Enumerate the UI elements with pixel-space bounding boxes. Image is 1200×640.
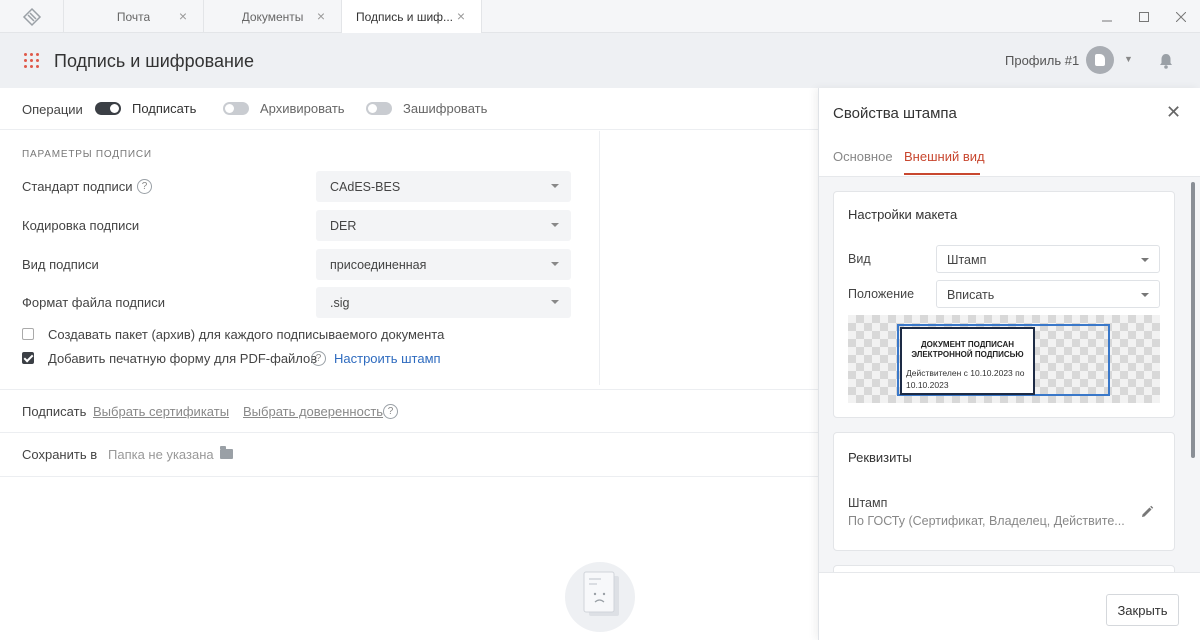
stamp-heading-line-1: ДОКУМЕНТ ПОДПИСАН bbox=[920, 340, 1015, 349]
choose-power-of-attorney-link[interactable]: Выбрать доверенность bbox=[243, 404, 383, 419]
select-value: Вписать bbox=[947, 288, 995, 302]
close-button[interactable]: Закрыть bbox=[1106, 594, 1179, 626]
divider bbox=[819, 572, 1200, 573]
next-card bbox=[833, 565, 1175, 572]
sign-row-label: Подписать bbox=[22, 404, 87, 419]
view-label: Вид bbox=[848, 252, 871, 266]
operations-row: Операции Подписать Архивировать Зашифров… bbox=[0, 88, 818, 130]
tab-label: Почта bbox=[116, 9, 151, 24]
panel-title: Свойства штампа bbox=[833, 105, 957, 122]
profile-name[interactable]: Профиль #1 bbox=[1005, 53, 1079, 68]
position-label: Положение bbox=[848, 287, 915, 301]
tab-label: Документы bbox=[241, 9, 304, 24]
encrypt-toggle[interactable] bbox=[366, 102, 392, 115]
avatar[interactable] bbox=[1086, 46, 1114, 74]
position-select[interactable]: Вписать bbox=[936, 280, 1160, 308]
select-value: .sig bbox=[330, 296, 350, 310]
section-title: ПАРАМЕТРЫ ПОДПИСИ bbox=[22, 149, 152, 160]
stamp-properties-panel: Свойства штампа ✕ Основное Внешний вид Н… bbox=[818, 88, 1200, 640]
scrollbar[interactable] bbox=[1191, 182, 1195, 458]
active-tab-indicator bbox=[904, 173, 980, 175]
window-close-icon[interactable] bbox=[1162, 0, 1200, 33]
minimize-icon[interactable] bbox=[1088, 0, 1126, 33]
divider bbox=[599, 131, 600, 385]
sign-toggle-label: Подписать bbox=[132, 101, 197, 116]
tab-documents[interactable]: Документы × bbox=[204, 0, 342, 33]
select-value: DER bbox=[330, 219, 357, 233]
signature-encoding-label: Кодировка подписи bbox=[22, 218, 140, 233]
stamp-heading-line-2: ЭЛЕКТРОННОЙ ПОДПИСЬЮ bbox=[911, 350, 1024, 359]
edit-icon[interactable] bbox=[1140, 505, 1154, 519]
divider bbox=[0, 432, 818, 433]
divider bbox=[0, 476, 818, 477]
stamp-preview: ДОКУМЕНТ ПОДПИСАН ЭЛЕКТРОННОЙ ПОДПИСЬЮ Д… bbox=[900, 327, 1035, 395]
panel-body: Настройки макета Вид Штамп Положение Впи… bbox=[819, 177, 1200, 572]
chevron-down-icon[interactable]: ▼ bbox=[1124, 54, 1133, 64]
maximize-icon[interactable] bbox=[1125, 0, 1163, 33]
card-title: Настройки макета bbox=[848, 207, 958, 222]
caret-down-icon bbox=[551, 184, 559, 188]
tab-appearance[interactable]: Внешний вид bbox=[904, 149, 985, 164]
pdf-print-form-label: Добавить печатную форму для PDF-файлов bbox=[48, 351, 318, 366]
select-value: CAdES-BES bbox=[330, 180, 401, 194]
stamp-placement-frame[interactable]: ДОКУМЕНТ ПОДПИСАН ЭЛЕКТРОННОЙ ПОДПИСЬЮ Д… bbox=[897, 324, 1110, 396]
tab-label: Подпись и шиф... bbox=[355, 9, 454, 24]
close-tab-icon[interactable]: × bbox=[457, 9, 465, 23]
signature-standard-label: Стандарт подписи bbox=[22, 179, 133, 194]
caret-down-icon bbox=[1141, 258, 1149, 262]
tab-basic[interactable]: Основное bbox=[833, 149, 893, 164]
apps-menu-icon[interactable] bbox=[24, 53, 40, 69]
signature-standard-select[interactable]: CAdES-BES bbox=[316, 171, 571, 202]
stamp-heading: ДОКУМЕНТ ПОДПИСАН ЭЛЕКТРОННОЙ ПОДПИСЬЮ bbox=[902, 340, 1033, 360]
pdf-print-form-checkbox[interactable] bbox=[22, 352, 34, 364]
signature-type-label: Вид подписи bbox=[22, 257, 99, 272]
stamp-preview-area: ДОКУМЕНТ ПОДПИСАН ЭЛЕКТРОННОЙ ПОДПИСЬЮ Д… bbox=[848, 315, 1160, 403]
help-icon[interactable]: ? bbox=[311, 351, 326, 366]
page-header: Подпись и шифрование Профиль #1 ▼ bbox=[0, 33, 1200, 88]
archive-toggle[interactable] bbox=[223, 102, 249, 115]
save-to-label: Сохранить в bbox=[22, 447, 98, 462]
app-logo-icon[interactable] bbox=[0, 0, 64, 33]
requisite-name: Штамп bbox=[848, 496, 888, 510]
tab-mail[interactable]: Почта × bbox=[64, 0, 204, 33]
divider bbox=[0, 389, 818, 390]
requisites-card: Реквизиты Штамп По ГОСТу (Сертификат, Вл… bbox=[833, 432, 1175, 551]
operations-label: Операции bbox=[22, 102, 83, 117]
stamp-validity: Действителен с 10.10.2023 по 10.10.2023 bbox=[906, 368, 1025, 390]
signature-file-format-select[interactable]: .sig bbox=[316, 287, 571, 318]
layout-settings-card: Настройки макета Вид Штамп Положение Впи… bbox=[833, 191, 1175, 418]
help-icon[interactable]: ? bbox=[137, 179, 152, 194]
help-icon[interactable]: ? bbox=[383, 404, 398, 419]
sign-toggle[interactable] bbox=[95, 102, 121, 115]
tab-bar: Почта × Документы × Подпись и шиф... × bbox=[0, 0, 1200, 33]
choose-certificates-link[interactable]: Выбрать сертификаты bbox=[93, 404, 229, 419]
signature-encoding-select[interactable]: DER bbox=[316, 210, 571, 241]
configure-stamp-link[interactable]: Настроить штамп bbox=[334, 351, 441, 366]
caret-down-icon bbox=[551, 262, 559, 266]
tab-sign-encrypt[interactable]: Подпись и шиф... × bbox=[342, 0, 482, 33]
package-checkbox[interactable] bbox=[22, 328, 34, 340]
caret-down-icon bbox=[551, 223, 559, 227]
encrypt-toggle-label: Зашифровать bbox=[403, 101, 488, 116]
signature-type-select[interactable]: присоединенная bbox=[316, 249, 571, 280]
select-value: присоединенная bbox=[330, 258, 427, 272]
close-icon[interactable]: ✕ bbox=[1166, 103, 1181, 121]
package-checkbox-label: Создавать пакет (архив) для каждого подп… bbox=[48, 327, 445, 342]
requisite-value: По ГОСТу (Сертификат, Владелец, Действит… bbox=[848, 514, 1125, 528]
card-title: Реквизиты bbox=[848, 450, 912, 465]
caret-down-icon bbox=[551, 300, 559, 304]
folder-path: Папка не указана bbox=[108, 447, 214, 462]
select-value: Штамп bbox=[947, 253, 987, 267]
archive-toggle-label: Архивировать bbox=[260, 101, 345, 116]
close-tab-icon[interactable]: × bbox=[317, 9, 325, 23]
empty-document-icon bbox=[565, 562, 635, 632]
bell-icon[interactable] bbox=[1159, 53, 1173, 69]
signature-file-format-label: Формат файла подписи bbox=[22, 295, 166, 310]
folder-icon[interactable] bbox=[220, 446, 233, 459]
page-title: Подпись и шифрование bbox=[54, 51, 254, 71]
view-select[interactable]: Штамп bbox=[936, 245, 1160, 273]
caret-down-icon bbox=[1141, 293, 1149, 297]
close-tab-icon[interactable]: × bbox=[179, 9, 187, 23]
